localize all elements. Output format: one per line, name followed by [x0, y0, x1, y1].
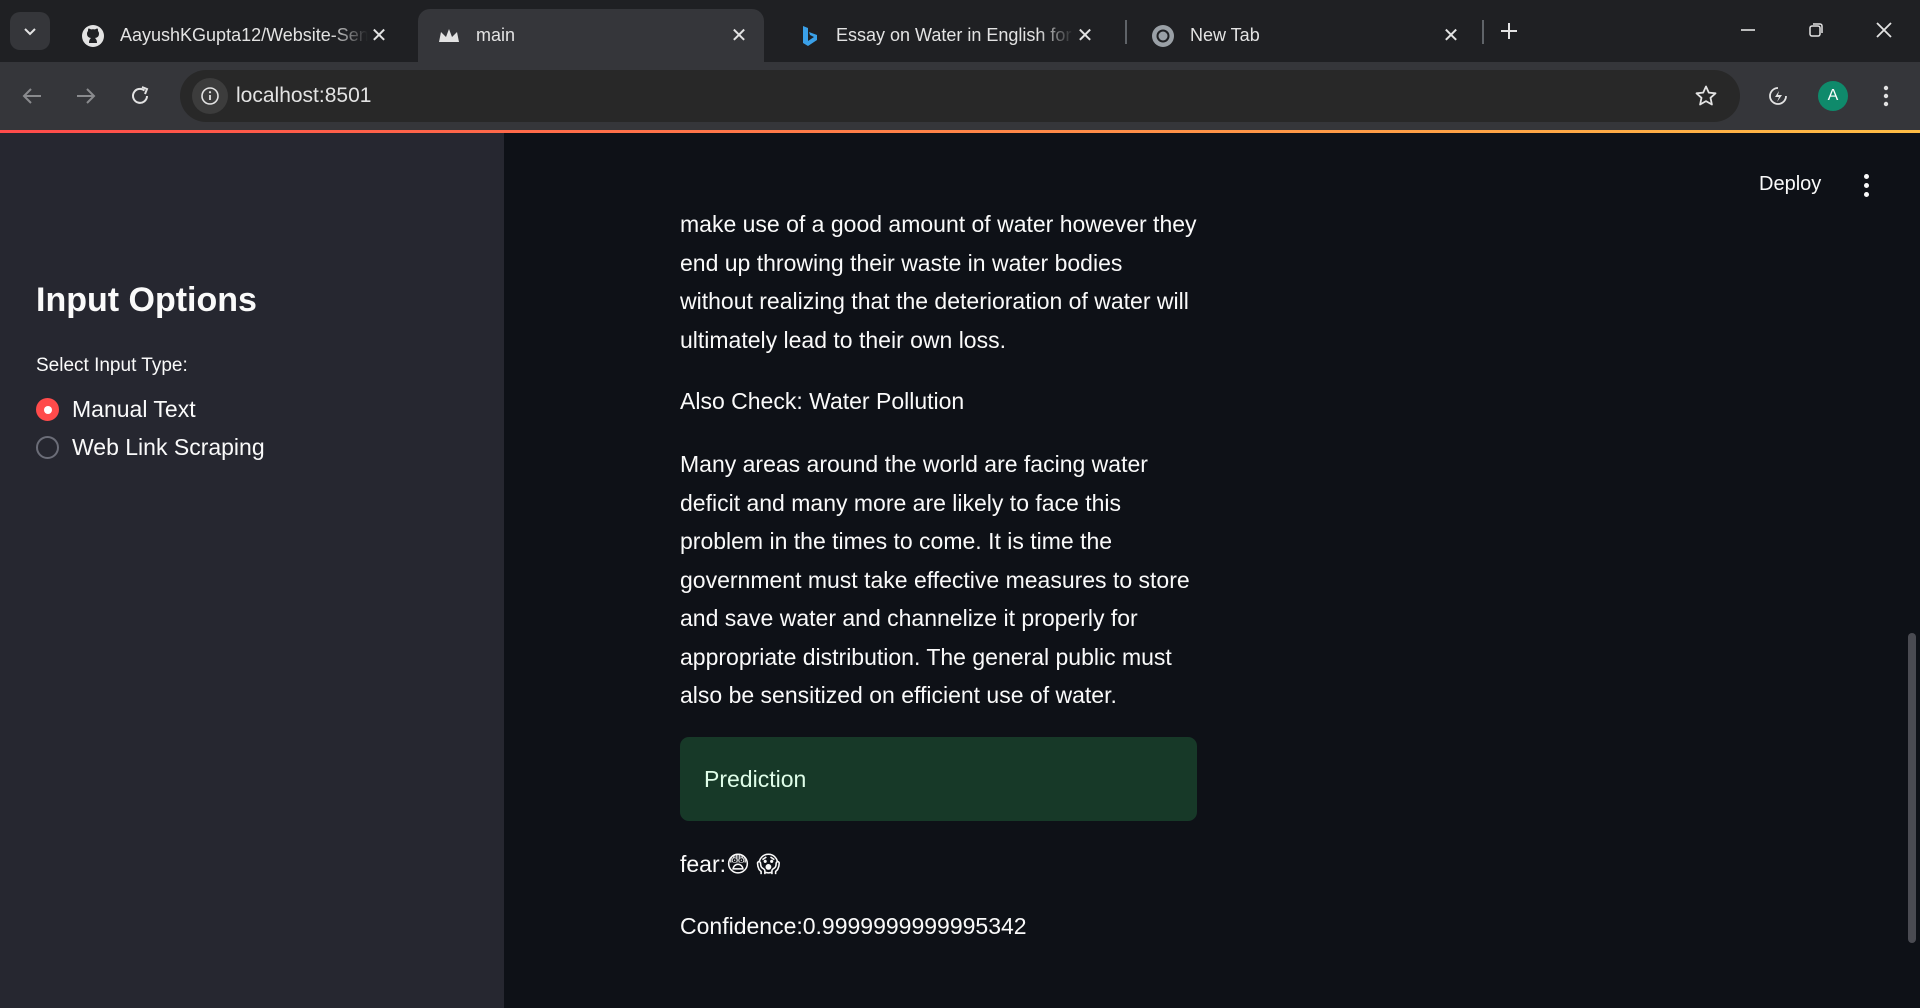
text-line: government must take effective measures …	[680, 566, 1190, 593]
reload-icon	[132, 86, 149, 104]
more-vertical-icon	[1863, 173, 1869, 179]
profile-avatar[interactable]: A	[1818, 81, 1848, 111]
main-content: Deploy make use of a good amount of wate…	[504, 133, 1920, 1008]
site-info-icon[interactable]	[192, 78, 228, 114]
radio-option-label: Manual Text	[72, 396, 196, 422]
tab-search-button[interactable]	[10, 12, 50, 50]
minimize-icon	[1741, 29, 1755, 31]
prediction-label: Prediction	[704, 765, 807, 792]
text-line: and save water and channelize it properl…	[680, 605, 1138, 631]
tab-separator	[1125, 20, 1127, 44]
chevron-down-icon	[24, 28, 36, 36]
more-vertical-icon	[1883, 85, 1889, 107]
text-line: appropriate distribution. The general pu…	[680, 643, 1172, 670]
more-vertical-icon	[1863, 191, 1869, 197]
tab-main[interactable]: main ✕	[418, 9, 764, 62]
sidebar: Input Options Select Input Type: Manual …	[0, 133, 504, 1008]
essay-paragraph-2: Many areas around the world are facing w…	[680, 445, 1202, 715]
text-line: end up throwing their waste in water bod…	[680, 249, 1123, 276]
essay-paragraph-1: make use of a good amount of water howev…	[680, 205, 1202, 359]
back-button[interactable]	[12, 76, 52, 116]
close-icon[interactable]: ✕	[368, 25, 390, 47]
tab-title: main	[476, 25, 516, 45]
text-line: without realizing that the deterioration…	[680, 288, 1189, 314]
tab-title: AayushKGupta12/Website-Sent	[120, 25, 368, 45]
tab-essay[interactable]: Essay on Water in English for St ✕	[778, 9, 1110, 62]
forward-button[interactable]	[66, 76, 106, 116]
new-tab-button[interactable]	[1494, 14, 1524, 48]
performance-button[interactable]	[1758, 76, 1798, 116]
radio-option-label: Web Link Scraping	[72, 434, 265, 460]
tab-github[interactable]: AayushKGupta12/Website-Sent ✕	[62, 9, 404, 62]
close-icon[interactable]: ✕	[728, 25, 750, 47]
arrow-left-icon	[22, 88, 41, 104]
arrow-right-icon	[77, 88, 96, 104]
browser-toolbar: localhost:8501 A	[0, 62, 1920, 130]
radio-unchecked-icon[interactable]	[36, 436, 59, 459]
restore-button[interactable]	[1796, 10, 1836, 50]
url-text[interactable]: localhost:8501	[236, 84, 371, 108]
main-menu-button[interactable]	[1856, 171, 1876, 199]
text-line: ultimately lead to their own loss.	[680, 326, 1006, 353]
text-line: deficit and many more are likely to face…	[680, 489, 1122, 516]
bookmark-star-icon[interactable]	[1690, 80, 1722, 112]
browser-tab-bar: AayushKGupta12/Website-Sent ✕ main ✕ Ess…	[0, 0, 1920, 62]
radio-web-link-scraping[interactable]: Web Link Scraping	[36, 434, 265, 461]
also-check-text: Also Check: Water Pollution	[680, 388, 965, 414]
github-icon	[80, 23, 106, 49]
scrollbar[interactable]	[1908, 633, 1916, 943]
close-icon[interactable]: ✕	[1440, 25, 1462, 47]
tab-title: Essay on Water in English for St	[836, 25, 1074, 45]
browser-menu-button[interactable]	[1866, 76, 1906, 116]
bing-icon	[796, 23, 822, 49]
radio-group-label: Select Input Type:	[36, 355, 188, 376]
emotion-result: fear:😨 😱	[680, 851, 781, 877]
tab-title: New Tab	[1190, 25, 1260, 45]
close-window-button[interactable]	[1864, 10, 1904, 50]
close-icon[interactable]: ✕	[1074, 25, 1096, 47]
address-bar[interactable]: localhost:8501	[180, 70, 1740, 122]
speed-icon	[1769, 87, 1787, 105]
text-line: also be sensitized on efficient use of w…	[680, 682, 1117, 708]
tab-separator	[1482, 20, 1484, 44]
deploy-button[interactable]: Deploy	[1759, 173, 1821, 196]
radio-manual-text[interactable]: Manual Text	[36, 396, 196, 423]
streamlit-crown-icon	[436, 23, 462, 49]
text-line: make use of a good amount of water howev…	[680, 211, 1197, 237]
prediction-success-box: Prediction	[680, 737, 1197, 821]
radio-checked-icon[interactable]	[36, 398, 59, 421]
chrome-icon	[1150, 23, 1176, 49]
tab-new-tab[interactable]: New Tab ✕	[1132, 9, 1476, 62]
text-line: problem in the times to come. It is time…	[680, 528, 1113, 554]
sidebar-heading: Input Options	[36, 281, 257, 319]
confidence-result: Confidence:0.9999999999995342	[680, 913, 1027, 939]
minimize-button[interactable]	[1728, 10, 1768, 50]
plus-icon	[1501, 23, 1517, 39]
reload-button[interactable]	[120, 76, 160, 116]
text-line: Many areas around the world are facing w…	[680, 451, 1148, 477]
close-icon	[1876, 22, 1892, 38]
restore-icon	[1809, 23, 1823, 37]
more-vertical-icon	[1863, 182, 1869, 188]
